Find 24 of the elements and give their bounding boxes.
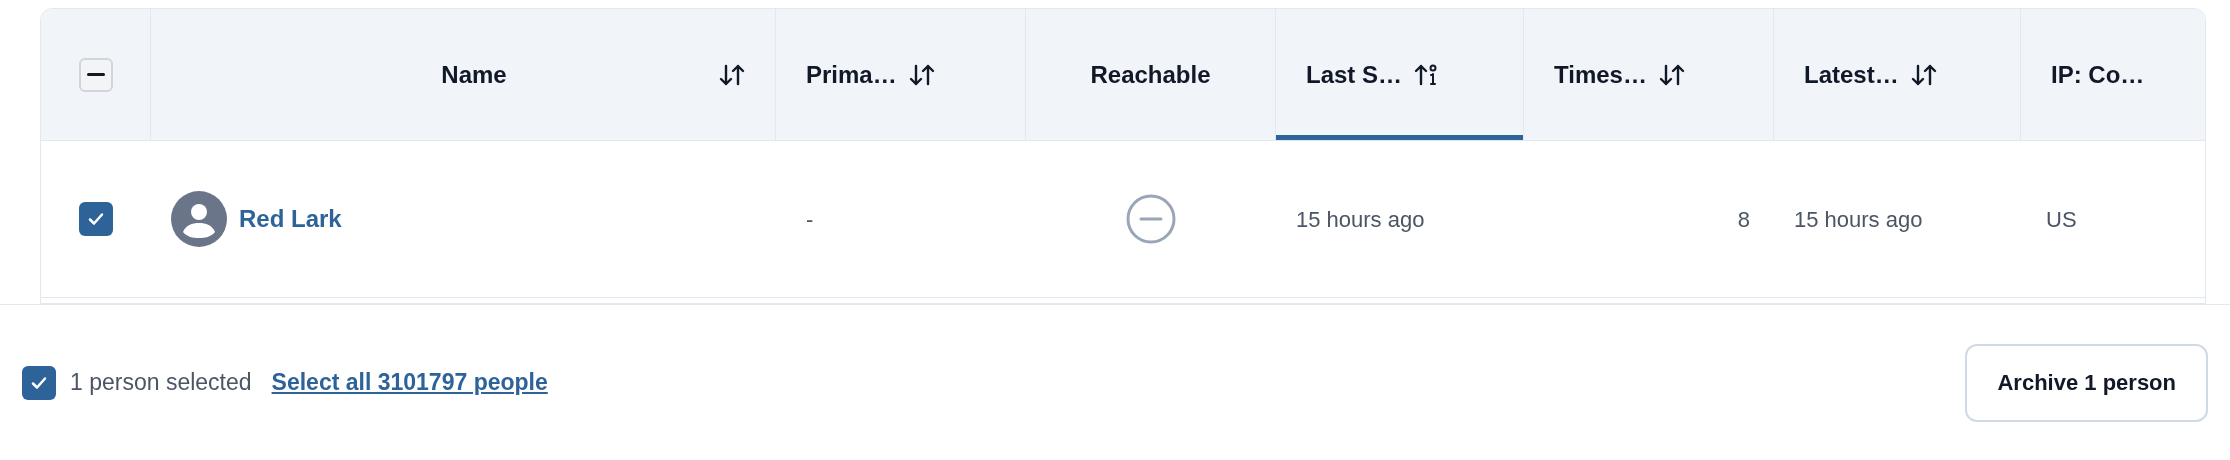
archive-button[interactable]: Archive 1 person <box>1965 343 2208 422</box>
column-header[interactable]: Last S… <box>1276 9 1524 140</box>
table-cell-text: 8 <box>1737 205 1750 234</box>
column-header[interactable]: Times… <box>1524 9 1774 140</box>
sort-icon[interactable] <box>1658 62 1685 87</box>
avatar-icon <box>171 191 227 247</box>
column-header[interactable]: Prima… <box>776 9 1026 140</box>
person-name-link[interactable]: Red Lark <box>239 201 342 237</box>
row-checkbox[interactable] <box>79 202 113 236</box>
table-cell-text: 15 hours ago <box>1794 205 1923 234</box>
column-header[interactable]: Name <box>151 9 776 140</box>
sort-icon[interactable] <box>1910 62 1937 87</box>
table-cell-text: 15 hours ago <box>1296 205 1425 234</box>
selection-count: 1 person selected <box>70 368 252 398</box>
column-header[interactable]: IP: Co… <box>2021 9 2186 140</box>
sort-icon[interactable] <box>719 62 745 87</box>
select-all-link[interactable]: Select all 3101797 people <box>271 365 548 400</box>
sort-icon[interactable] <box>908 62 935 87</box>
column-header[interactable]: Latest… <box>1774 9 2021 140</box>
column-header[interactable]: Reachable <box>1026 9 1276 140</box>
select-all-checkbox[interactable] <box>78 57 113 92</box>
table-cell-text: US <box>2046 205 2077 234</box>
table-cell-text: - <box>806 205 814 234</box>
selection-checkbox[interactable] <box>22 365 56 400</box>
